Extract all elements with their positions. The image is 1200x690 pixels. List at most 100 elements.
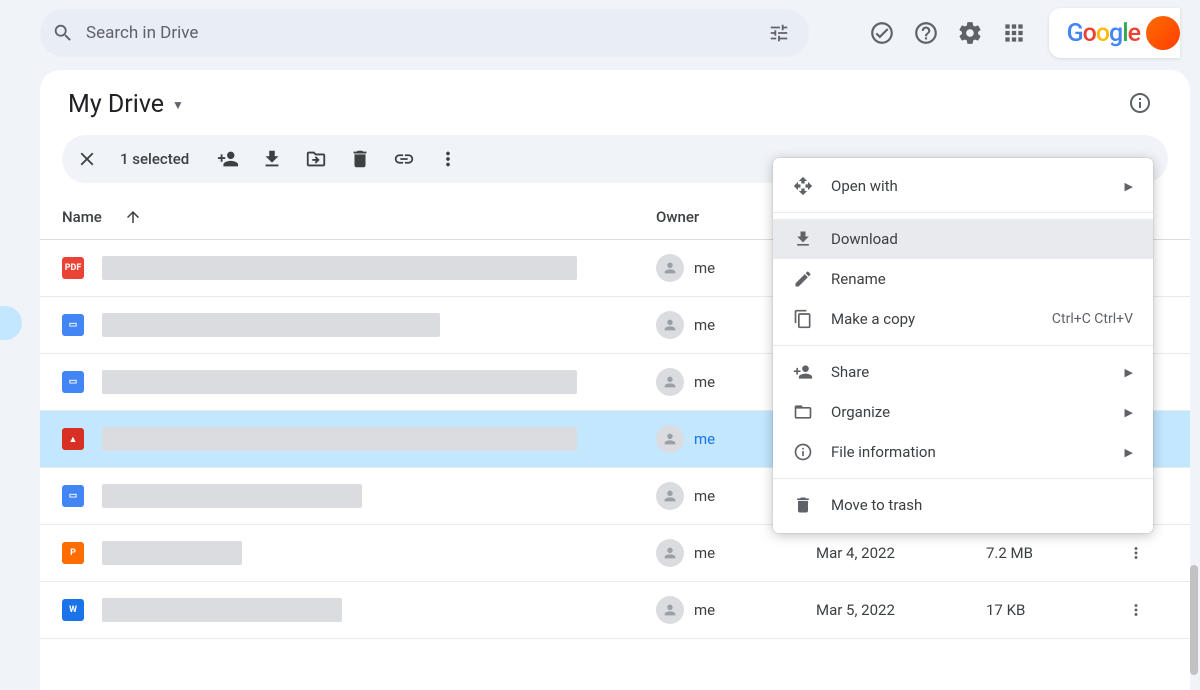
owner-avatar — [656, 539, 684, 567]
heading-row: My Drive ▼ — [40, 70, 1190, 131]
cm-organize-label: Organize — [831, 403, 1107, 421]
person-add-icon — [793, 362, 813, 382]
owner-avatar — [656, 254, 684, 282]
topbar: Search in Drive Google — [0, 0, 1200, 66]
scrollbar[interactable] — [1188, 73, 1200, 673]
file-name-redacted — [102, 484, 362, 508]
owner-avatar — [656, 596, 684, 624]
account-avatar[interactable] — [1146, 16, 1180, 50]
scrollbar-thumb[interactable] — [1190, 565, 1198, 675]
cm-share-label: Share — [831, 363, 1107, 381]
file-type-icon: ▭ — [62, 314, 84, 336]
col-name-label[interactable]: Name — [62, 208, 102, 226]
apps-icon[interactable] — [1001, 20, 1027, 46]
owner-avatar — [656, 482, 684, 510]
file-name-redacted — [102, 370, 577, 394]
info-button[interactable] — [1128, 91, 1152, 119]
file-name-redacted — [102, 427, 577, 451]
more-icon[interactable] — [437, 148, 459, 170]
owner-avatar — [656, 368, 684, 396]
cell-name: ▭ — [62, 370, 656, 394]
table-row[interactable]: PmeMar 4, 20227.2 MB — [40, 525, 1190, 582]
chevron-right-icon: ▶ — [1125, 406, 1133, 419]
search-bar[interactable]: Search in Drive — [40, 9, 809, 57]
cell-name: P — [62, 541, 656, 565]
filter-button[interactable] — [761, 15, 797, 51]
trash-icon — [793, 495, 813, 515]
cell-name: W — [62, 598, 656, 622]
help-icon[interactable] — [913, 20, 939, 46]
edge-pill — [0, 306, 22, 340]
row-more-button[interactable] — [1116, 544, 1156, 562]
file-name-redacted — [102, 313, 440, 337]
cell-size: 7.2 MB — [986, 544, 1116, 562]
cm-file-info[interactable]: File information ▶ — [773, 432, 1153, 472]
owner-label: me — [694, 601, 715, 619]
link-icon[interactable] — [393, 148, 415, 170]
cm-make-copy-shortcut: Ctrl+C Ctrl+V — [1052, 311, 1133, 327]
row-more-button[interactable] — [1116, 601, 1156, 619]
separator — [773, 478, 1153, 479]
file-name-redacted — [102, 256, 577, 280]
info-icon — [1128, 91, 1152, 115]
close-icon[interactable] — [76, 148, 98, 170]
download-icon — [793, 229, 813, 249]
col-owner-label[interactable]: Owner — [656, 208, 699, 226]
share-user-icon[interactable] — [217, 148, 239, 170]
search-placeholder: Search in Drive — [86, 23, 749, 43]
owner-avatar — [656, 311, 684, 339]
open-icon — [793, 176, 813, 196]
owner-label: me — [694, 259, 715, 277]
page-title[interactable]: My Drive — [68, 90, 164, 119]
trash-icon[interactable] — [349, 148, 371, 170]
edit-icon — [793, 269, 813, 289]
context-menu: Open with ▶ Download Rename Make a copy … — [773, 158, 1153, 533]
chevron-right-icon: ▶ — [1125, 366, 1133, 379]
owner-label: me — [694, 430, 715, 448]
cell-name: ▲ — [62, 427, 656, 451]
info-icon — [793, 442, 813, 462]
separator — [773, 212, 1153, 213]
cell-modified: Mar 4, 2022 — [816, 544, 986, 562]
separator — [773, 345, 1153, 346]
file-type-icon: P — [62, 542, 84, 564]
chevron-right-icon: ▶ — [1125, 180, 1133, 193]
cm-download-label: Download — [831, 230, 1133, 248]
cell-name: ▭ — [62, 313, 656, 337]
file-type-icon: PDF — [62, 257, 84, 279]
sort-arrow-icon[interactable] — [124, 208, 142, 226]
logo-area: Google — [1049, 8, 1180, 58]
cm-download[interactable]: Download — [773, 219, 1153, 259]
cm-share[interactable]: Share ▶ — [773, 352, 1153, 392]
download-icon[interactable] — [261, 148, 283, 170]
cell-owner: me — [656, 596, 816, 624]
cm-make-copy-label: Make a copy — [831, 310, 1034, 328]
ready-icon[interactable] — [869, 20, 895, 46]
top-icons — [869, 20, 1027, 46]
selection-count: 1 selected — [120, 150, 189, 168]
google-logo: Google — [1067, 19, 1140, 48]
cell-name: ▭ — [62, 484, 656, 508]
move-icon[interactable] — [305, 148, 327, 170]
cell-name: PDF — [62, 256, 656, 280]
cm-open-with[interactable]: Open with ▶ — [773, 166, 1153, 206]
cm-rename[interactable]: Rename — [773, 259, 1153, 299]
main-panel: My Drive ▼ 1 selected Name Owner PDF me ▭ m… — [40, 70, 1190, 690]
chevron-right-icon: ▶ — [1125, 446, 1133, 459]
gear-icon[interactable] — [957, 20, 983, 46]
file-name-redacted — [102, 598, 342, 622]
table-row[interactable]: Wme Mar 5, 202217 KB — [40, 582, 1190, 639]
tune-icon — [768, 22, 790, 44]
search-icon — [52, 22, 74, 44]
cm-trash-label: Move to trash — [831, 496, 1133, 514]
cm-organize[interactable]: Organize ▶ — [773, 392, 1153, 432]
cm-trash[interactable]: Move to trash — [773, 485, 1153, 525]
file-type-icon: ▭ — [62, 485, 84, 507]
cell-owner: me — [656, 539, 816, 567]
cm-make-copy[interactable]: Make a copy Ctrl+C Ctrl+V — [773, 299, 1153, 339]
chevron-down-icon[interactable]: ▼ — [172, 98, 184, 112]
copy-icon — [793, 309, 813, 329]
folder-icon — [793, 402, 813, 422]
cell-modified: Mar 5, 2022 — [816, 601, 986, 619]
cell-size: 17 KB — [986, 601, 1116, 619]
